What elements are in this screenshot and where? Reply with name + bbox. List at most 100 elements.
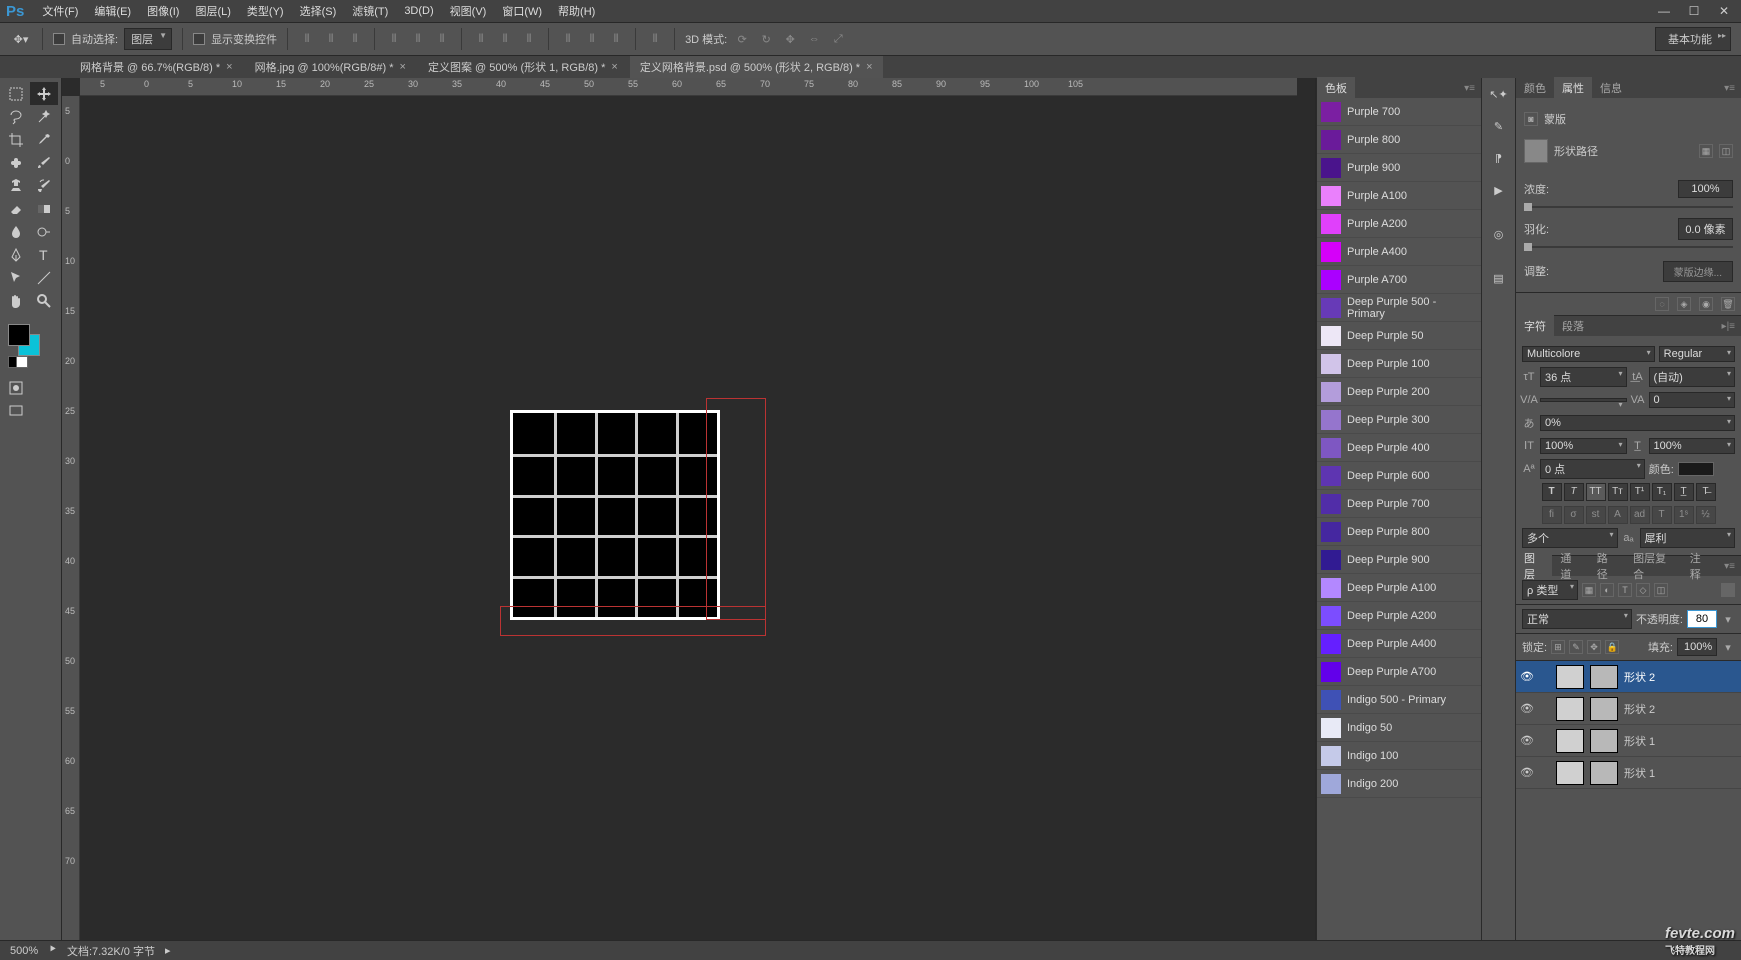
lasso-tool[interactable] [2,105,30,128]
actions-icon[interactable]: ▶ [1485,176,1513,204]
chevron-down-icon[interactable]: ▾ [1721,641,1735,654]
swatch-row[interactable]: Deep Purple 800 [1317,518,1481,546]
properties-tab[interactable]: 属性 [1554,77,1592,99]
layer-row[interactable]: 👁 形状 2 [1516,693,1741,725]
auto-select-dropdown[interactable]: 图层 [124,28,172,50]
feather-value[interactable]: 0.0 像素 [1678,218,1733,240]
history-icon[interactable]: ↖✦ [1485,80,1513,108]
canvas-area[interactable]: 5051015202530354045505560657075808590951… [62,78,1315,940]
show-transform-checkbox[interactable] [193,33,205,45]
pen-tool[interactable] [2,243,30,266]
fg-color-swatch[interactable] [8,324,30,346]
3d-roll-icon[interactable]: ↻ [757,30,775,48]
doc-tab-3[interactable]: 定义网格背景.psd @ 500% (形状 2, RGB/8) *× [630,56,883,78]
status-chevron-icon[interactable]: ▸ [165,944,171,957]
mask-thumb[interactable] [1524,139,1548,163]
filter-smart-icon[interactable]: ◫ [1654,583,1668,597]
notes-icon[interactable]: ▤ [1485,264,1513,292]
opentype-T[interactable]: T [1652,506,1672,524]
magic-wand-tool[interactable] [30,105,58,128]
distribute-vcenter-icon[interactable]: ⫴ [496,30,514,48]
swatch-row[interactable]: Deep Purple A400 [1317,630,1481,658]
opentype-st[interactable]: st [1586,506,1606,524]
swatch-row[interactable]: Purple A400 [1317,238,1481,266]
panel-menu-icon[interactable]: ▾≡ [1718,561,1741,572]
close-icon[interactable]: × [400,61,406,73]
swatch-row[interactable]: Indigo 50 [1317,714,1481,742]
color-swatches[interactable] [8,324,48,364]
allcaps-button[interactable]: TT [1586,483,1606,501]
layer-row[interactable]: 👁 形状 1 [1516,757,1741,789]
italic-button[interactable]: T [1564,483,1584,501]
lock-all-icon[interactable]: 🔒 [1605,640,1619,654]
swatch-row[interactable]: Indigo 200 [1317,770,1481,798]
auto-select-checkbox[interactable] [53,33,65,45]
paragraph-tab[interactable]: 段落 [1554,315,1592,337]
font-size-dd[interactable]: 36 点 [1540,367,1627,387]
kerning-dd[interactable] [1540,398,1627,402]
swatch-row[interactable]: Deep Purple A200 [1317,602,1481,630]
doc-tab-0[interactable]: 网格背景 @ 66.7%(RGB/8) *× [70,56,243,78]
swatch-row[interactable]: Purple 700 [1317,98,1481,126]
antialias-dd[interactable]: 犀利 [1640,528,1736,548]
layer-row[interactable]: 👁 形状 2 [1516,661,1741,693]
distribute-right-icon[interactable]: ⫴ [607,30,625,48]
bold-button[interactable]: T [1542,483,1562,501]
zoom-chevron-icon[interactable]: ⯈ [48,944,57,957]
healing-tool[interactable] [2,151,30,174]
load-selection-icon[interactable]: ◌ [1655,297,1669,311]
align-right-icon[interactable]: ⫴ [433,30,451,48]
vscale-input[interactable]: 100% [1540,438,1627,454]
brush-preset-icon[interactable]: ✎ [1485,112,1513,140]
menu-help[interactable]: 帮助(H) [550,0,603,22]
feather-slider[interactable] [1524,246,1733,248]
fill-input[interactable]: 100% [1677,638,1717,656]
menu-edit[interactable]: 编辑(E) [86,0,139,22]
pixel-mask-icon[interactable]: ▦ [1699,144,1713,158]
workspace-switcher[interactable]: 基本功能 [1655,27,1731,51]
blend-mode-dd[interactable]: 正常 [1522,609,1632,629]
filter-toggle[interactable] [1721,583,1735,597]
close-button[interactable]: ✕ [1713,3,1735,19]
swatch-row[interactable]: Deep Purple 200 [1317,378,1481,406]
lock-transparent-icon[interactable]: ⊞ [1551,640,1565,654]
visibility-icon[interactable]: 👁 [1520,766,1534,779]
swatch-row[interactable]: Purple A200 [1317,210,1481,238]
swatch-row[interactable]: Deep Purple 100 [1317,350,1481,378]
menu-select[interactable]: 选择(S) [292,0,345,22]
language-dd[interactable]: 多个 [1522,528,1618,548]
3d-slide-icon[interactable]: ⇔ [805,30,823,48]
panel-menu-icon[interactable]: ▾≡ [1718,83,1741,94]
menu-filter[interactable]: 滤镜(T) [344,0,396,22]
smallcaps-button[interactable]: Tᴛ [1608,483,1628,501]
menu-3d[interactable]: 3D(D) [396,2,441,20]
info-tab[interactable]: 信息 [1592,77,1630,99]
hscale-input[interactable]: 100% [1649,438,1736,454]
crop-tool[interactable] [2,128,30,151]
vector-mask-icon[interactable]: ◫ [1719,144,1733,158]
text-color-swatch[interactable] [1678,462,1714,476]
swatch-row[interactable]: Purple A700 [1317,266,1481,294]
distribute-left-icon[interactable]: ⫴ [559,30,577,48]
character-tab[interactable]: 字符 [1516,315,1554,337]
swatch-row[interactable]: Indigo 100 [1317,742,1481,770]
align-bottom-icon[interactable]: ⫴ [346,30,364,48]
align-top-icon[interactable]: ⫴ [298,30,316,48]
density-value[interactable]: 100% [1678,180,1733,198]
leading-dd[interactable]: (自动) [1649,367,1736,387]
baseline-input[interactable]: 0 点 [1540,459,1645,479]
brush-tool[interactable] [30,151,58,174]
panel-menu-icon[interactable]: ▾≡ [1458,83,1481,94]
menu-file[interactable]: 文件(F) [34,0,86,22]
swatch-row[interactable]: Deep Purple 400 [1317,434,1481,462]
lock-pixels-icon[interactable]: ✎ [1569,640,1583,654]
layer-filter-dd[interactable]: ρ 类型 [1522,580,1578,600]
opentype-A[interactable]: A [1608,506,1628,524]
visibility-icon[interactable]: 👁 [1520,702,1534,715]
swatch-row[interactable]: Deep Purple 300 [1317,406,1481,434]
styles-icon[interactable]: ◎ [1485,220,1513,248]
menu-view[interactable]: 视图(V) [442,0,495,22]
move-tool[interactable] [30,82,58,105]
align-left-icon[interactable]: ⫴ [385,30,403,48]
menu-layer[interactable]: 图层(L) [187,0,238,22]
